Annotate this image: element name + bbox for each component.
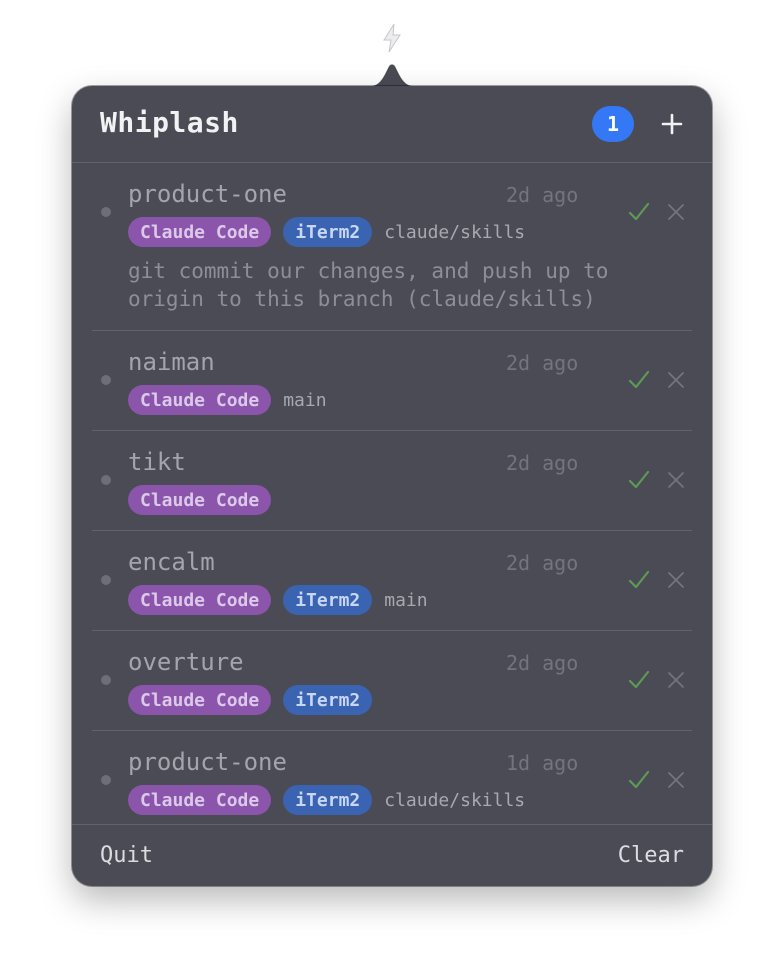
add-button[interactable] xyxy=(654,106,690,142)
footer: Quit Clear xyxy=(72,824,712,886)
popover-arrow xyxy=(366,64,418,88)
session-tags: Claude Code xyxy=(128,485,272,515)
claude-code-tag: Claude Code xyxy=(128,385,272,415)
x-icon[interactable] xyxy=(665,569,687,591)
session-time: 1d ago xyxy=(506,751,579,775)
session-time: 2d ago xyxy=(506,351,579,375)
quit-button[interactable]: Quit xyxy=(100,843,153,868)
iterm2-tag: iTerm2 xyxy=(283,685,373,715)
iterm2-tag: iTerm2 xyxy=(283,785,373,815)
check-icon[interactable] xyxy=(628,469,650,491)
status-dot xyxy=(101,675,111,685)
claude-code-tag: Claude Code xyxy=(128,585,272,615)
branch-label: claude/skills xyxy=(384,789,526,811)
session-row[interactable]: naiman 2d ago Claude Code main xyxy=(92,331,692,431)
branch-label: claude/skills xyxy=(384,221,526,243)
session-row[interactable]: tikt 2d ago Claude Code xyxy=(92,431,692,531)
header: Whiplash 1 xyxy=(72,86,712,163)
check-icon[interactable] xyxy=(628,769,650,791)
x-icon[interactable] xyxy=(665,369,687,391)
status-dot xyxy=(101,207,111,217)
session-name: overture xyxy=(128,648,244,676)
session-name: product-one xyxy=(128,748,287,776)
session-row[interactable]: overture 2d ago Claude Code iTerm2 xyxy=(92,631,692,731)
count-badge: 1 xyxy=(592,106,634,142)
popover-panel: Whiplash 1 product-one 2d ago Claude Cod… xyxy=(72,86,712,886)
iterm2-tag: iTerm2 xyxy=(283,585,373,615)
branch-label: main xyxy=(384,589,428,611)
claude-code-tag: Claude Code xyxy=(128,217,272,247)
status-dot xyxy=(101,475,111,485)
check-icon[interactable] xyxy=(628,201,650,223)
clear-button[interactable]: Clear xyxy=(618,843,684,868)
session-tags: Claude Code main xyxy=(128,385,327,415)
bolt-icon[interactable] xyxy=(378,20,406,56)
session-row[interactable]: product-one 2d ago Claude Code iTerm2 cl… xyxy=(92,163,692,331)
session-message: git commit our changes, and push up to o… xyxy=(128,259,609,311)
check-icon[interactable] xyxy=(628,569,650,591)
session-list: product-one 2d ago Claude Code iTerm2 cl… xyxy=(72,163,712,824)
session-row[interactable]: product-one 1d ago Claude Code iTerm2 cl… xyxy=(92,731,692,824)
iterm2-tag: iTerm2 xyxy=(283,217,373,247)
session-name: encalm xyxy=(128,548,215,576)
session-tags: Claude Code iTerm2 claude/skills xyxy=(128,785,525,815)
session-tags: Claude Code iTerm2 claude/skills xyxy=(128,217,525,247)
check-icon[interactable] xyxy=(628,669,650,691)
claude-code-tag: Claude Code xyxy=(128,485,272,515)
app-title: Whiplash xyxy=(100,106,239,139)
x-icon[interactable] xyxy=(665,469,687,491)
session-tags: Claude Code iTerm2 main xyxy=(128,585,428,615)
session-time: 2d ago xyxy=(506,651,579,675)
session-name: product-one xyxy=(128,180,287,208)
claude-code-tag: Claude Code xyxy=(128,785,272,815)
session-name: tikt xyxy=(128,448,186,476)
claude-code-tag: Claude Code xyxy=(128,685,272,715)
x-icon[interactable] xyxy=(665,769,687,791)
status-dot xyxy=(101,375,111,385)
session-row[interactable]: encalm 2d ago Claude Code iTerm2 main xyxy=(92,531,692,631)
session-time: 2d ago xyxy=(506,451,579,475)
x-icon[interactable] xyxy=(665,669,687,691)
check-icon[interactable] xyxy=(628,369,650,391)
session-tags: Claude Code iTerm2 xyxy=(128,685,373,715)
session-time: 2d ago xyxy=(506,183,579,207)
status-dot xyxy=(101,575,111,585)
status-dot xyxy=(101,775,111,785)
session-name: naiman xyxy=(128,348,215,376)
x-icon[interactable] xyxy=(665,201,687,223)
session-time: 2d ago xyxy=(506,551,579,575)
branch-label: main xyxy=(283,389,327,411)
plus-icon xyxy=(661,113,683,135)
